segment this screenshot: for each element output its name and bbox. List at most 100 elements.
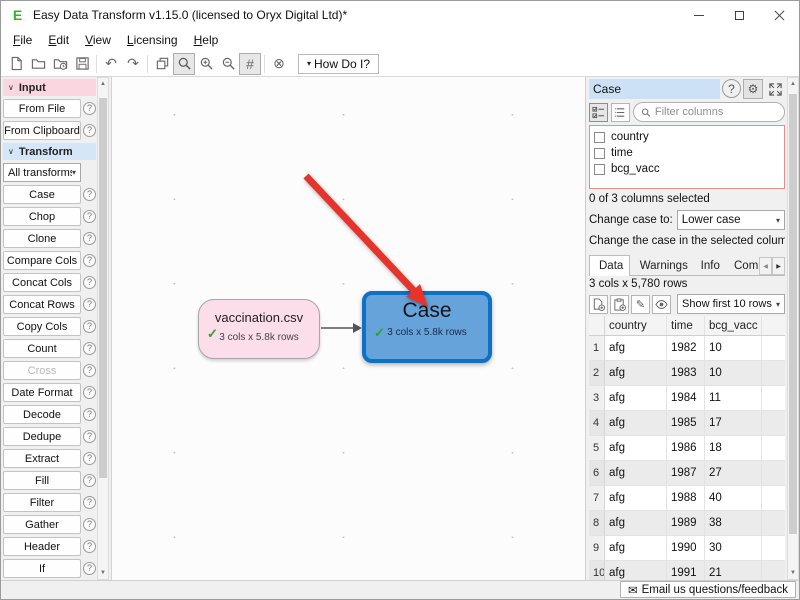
menu-item[interactable]: Edit — [40, 30, 77, 50]
column-checkbox-item[interactable]: bcg_vacc — [594, 161, 780, 177]
view-data-button[interactable] — [652, 295, 671, 314]
help-icon[interactable]: ? — [83, 298, 96, 311]
transform-item-button[interactable]: Fill — [3, 471, 81, 490]
transform-item-button[interactable]: Dedupe — [3, 427, 81, 446]
scroll-up-icon[interactable]: ▲ — [790, 78, 796, 90]
help-icon[interactable]: ? — [83, 188, 96, 201]
paste-data-button[interactable] — [610, 295, 629, 314]
maximize-button[interactable] — [719, 1, 759, 29]
select-columns-view-button[interactable] — [589, 103, 608, 122]
help-icon[interactable]: ? — [83, 254, 96, 267]
transform-item-button[interactable]: Clone — [3, 229, 81, 248]
transform-item-button[interactable]: Count — [3, 339, 81, 358]
copy-data-button[interactable] — [589, 295, 608, 314]
list-view-button[interactable] — [611, 103, 630, 122]
open-file-button[interactable] — [27, 53, 49, 75]
help-icon[interactable]: ? — [83, 102, 96, 115]
transform-item-button[interactable]: Concat Rows — [3, 295, 81, 314]
help-icon[interactable]: ? — [83, 540, 96, 553]
output-tab[interactable]: Comments — [727, 255, 759, 275]
scrollbar-thumb[interactable] — [99, 98, 107, 478]
minimize-button[interactable] — [679, 1, 719, 29]
how-do-i-button[interactable]: ▾ How Do I? — [298, 54, 379, 74]
filter-columns-input[interactable] — [655, 106, 777, 118]
table-row[interactable]: 4 afg 1985 17 — [589, 411, 785, 436]
tab-scroll-right-button[interactable]: ▶ — [772, 257, 785, 275]
edit-data-button[interactable]: ✎ — [631, 295, 650, 314]
input-section-header[interactable]: ∨ Input — [3, 79, 96, 96]
help-icon[interactable]: ? — [83, 496, 96, 509]
transform-item-button[interactable]: Chop — [3, 207, 81, 226]
show-rows-dropdown[interactable]: Show first 10 rows ▾ — [677, 294, 785, 314]
right-panel-scrollbar[interactable]: ▲ ▼ — [787, 77, 799, 580]
panel-help-button[interactable]: ? — [722, 79, 741, 98]
new-file-button[interactable] — [5, 53, 27, 75]
duplicate-button[interactable] — [151, 53, 173, 75]
help-icon[interactable]: ? — [83, 364, 96, 377]
menu-item[interactable]: File — [5, 30, 40, 50]
change-case-dropdown[interactable]: Lower case ▾ — [677, 210, 785, 230]
transform-item-button[interactable]: Concat Cols — [3, 273, 81, 292]
transform-item-button[interactable]: If — [3, 559, 81, 578]
checkbox[interactable] — [594, 164, 605, 175]
transform-item-button[interactable]: Filter — [3, 493, 81, 512]
transform-section-header[interactable]: ∨ Transform — [3, 143, 96, 160]
transform-item-button[interactable]: Decode — [3, 405, 81, 424]
transform-filter-dropdown[interactable]: All transforms ▾ — [3, 163, 81, 182]
checkbox[interactable] — [594, 148, 605, 159]
table-row[interactable]: 1 afg 1982 10 — [589, 336, 785, 361]
output-tab[interactable]: Data — [589, 255, 630, 276]
node-case[interactable]: ✓ Case 3 cols x 5.8k rows — [362, 291, 492, 363]
help-icon[interactable]: ? — [83, 474, 96, 487]
help-icon[interactable]: ? — [83, 386, 96, 399]
node-vaccination-csv[interactable]: ✓ vaccination.csv 3 cols x 5.8k rows — [198, 299, 320, 359]
help-icon[interactable]: ? — [83, 518, 96, 531]
open-recent-button[interactable] — [49, 53, 71, 75]
column-checkbox-item[interactable]: time — [594, 145, 780, 161]
help-icon[interactable]: ? — [83, 210, 96, 223]
help-icon[interactable]: ? — [83, 320, 96, 333]
redo-button[interactable]: ↷ — [122, 53, 144, 75]
transform-item-button[interactable]: Extract — [3, 449, 81, 468]
column-header[interactable]: country — [605, 316, 667, 335]
transform-item-button[interactable]: Compare Cols — [3, 251, 81, 270]
help-icon[interactable]: ? — [83, 562, 96, 575]
toggle-grid-button[interactable]: # — [239, 53, 261, 75]
transform-item-button[interactable]: Case — [3, 185, 81, 204]
search-button[interactable] — [173, 53, 195, 75]
menu-item[interactable]: Help — [186, 30, 227, 50]
panel-settings-button[interactable]: ⚙ — [743, 79, 763, 99]
output-tab[interactable]: Info — [691, 255, 727, 275]
menu-item[interactable]: Licensing — [119, 30, 186, 50]
save-button[interactable] — [71, 53, 93, 75]
scroll-down-icon[interactable]: ▼ — [100, 567, 106, 579]
zoom-in-button[interactable] — [195, 53, 217, 75]
zoom-out-button[interactable] — [217, 53, 239, 75]
help-icon[interactable]: ? — [83, 124, 96, 137]
scroll-down-icon[interactable]: ▼ — [790, 567, 796, 579]
table-row[interactable]: 9 afg 1990 30 — [589, 536, 785, 561]
help-icon[interactable]: ? — [83, 430, 96, 443]
column-checkbox-item[interactable]: country — [594, 129, 780, 145]
output-tab[interactable]: Warnings — [630, 255, 691, 275]
help-icon[interactable]: ? — [83, 408, 96, 421]
table-row[interactable]: 10 afg 1991 21 — [589, 561, 785, 580]
cancel-button[interactable]: ⊗ — [268, 53, 290, 75]
checkbox[interactable] — [594, 132, 605, 143]
email-feedback-button[interactable]: ✉ Email us questions/feedback — [620, 581, 796, 598]
help-icon[interactable]: ? — [83, 232, 96, 245]
column-header[interactable]: bcg_vacc — [705, 316, 762, 335]
table-row[interactable]: 7 afg 1988 40 — [589, 486, 785, 511]
column-header[interactable]: time — [667, 316, 705, 335]
panel-expand-button[interactable] — [765, 79, 785, 99]
scroll-up-icon[interactable]: ▲ — [100, 78, 106, 90]
filter-columns-box[interactable] — [633, 102, 785, 122]
undo-button[interactable]: ↶ — [100, 53, 122, 75]
transform-item-button[interactable]: Header — [3, 537, 81, 556]
input-item-button[interactable]: From File — [3, 99, 81, 118]
table-row[interactable]: 6 afg 1987 27 — [589, 461, 785, 486]
table-row[interactable]: 5 afg 1986 18 — [589, 436, 785, 461]
table-row[interactable]: 2 afg 1983 10 — [589, 361, 785, 386]
scrollbar-thumb[interactable] — [789, 94, 797, 534]
transform-item-button[interactable]: Gather — [3, 515, 81, 534]
